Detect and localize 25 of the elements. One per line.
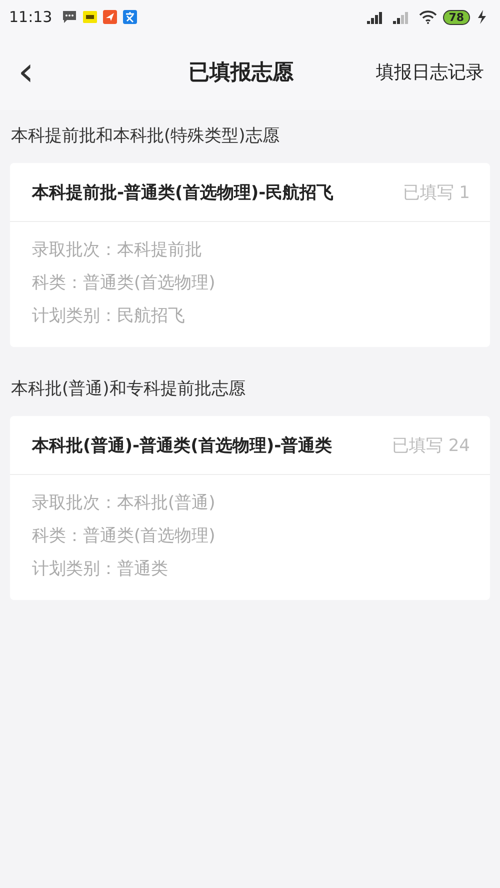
choice-card[interactable]: 本科提前批-普通类(首选物理)-民航招飞 已填写 1 录取批次：本科提前批 科类：普通类(首选物理) 计划类别：民航招飞	[10, 163, 490, 347]
app-icon	[83, 10, 98, 24]
message-icon	[62, 10, 78, 24]
choice-card[interactable]: 本科批(普通)-普通类(首选物理)-普通类 已填写 24 录取批次：本科批(普通) 科类：普通类(首选物理) 计划类别：普通类	[10, 416, 490, 600]
detail-text: 科类：普通类(首选物理)	[32, 525, 216, 548]
paper-plane-icon	[103, 10, 118, 24]
section-title: 本科提前批和本科批(特殊类型)志愿	[10, 125, 280, 148]
section-title: 本科批(普通)和专科提前批志愿	[10, 378, 246, 401]
battery-level: 78	[442, 10, 470, 24]
detail-text: 录取批次：本科提前批	[32, 239, 203, 262]
wifi-icon	[418, 10, 437, 24]
card-title: 本科提前批-普通类(首选物理)-民航招飞	[32, 182, 334, 204]
fill-count: 已填写 1	[402, 182, 470, 204]
log-link[interactable]: 填报日志记录	[364, 60, 484, 84]
fill-count: 已填写 24	[392, 434, 470, 456]
page-title: 已填报志愿	[188, 59, 295, 86]
detail-text: 录取批次：本科批(普通)	[32, 492, 216, 515]
back-button[interactable]: ‹	[18, 52, 118, 92]
detail-text: 科类：普通类(首选物理)	[32, 272, 216, 295]
charging-icon	[476, 10, 488, 24]
card-title: 本科批(普通)-普通类(首选物理)-普通类	[32, 434, 332, 456]
status-time: 11:13	[9, 8, 52, 26]
app-icon	[123, 10, 138, 24]
detail-text: 计划类别：普通类	[32, 558, 169, 581]
detail-text: 计划类别：民航招飞	[32, 305, 186, 328]
